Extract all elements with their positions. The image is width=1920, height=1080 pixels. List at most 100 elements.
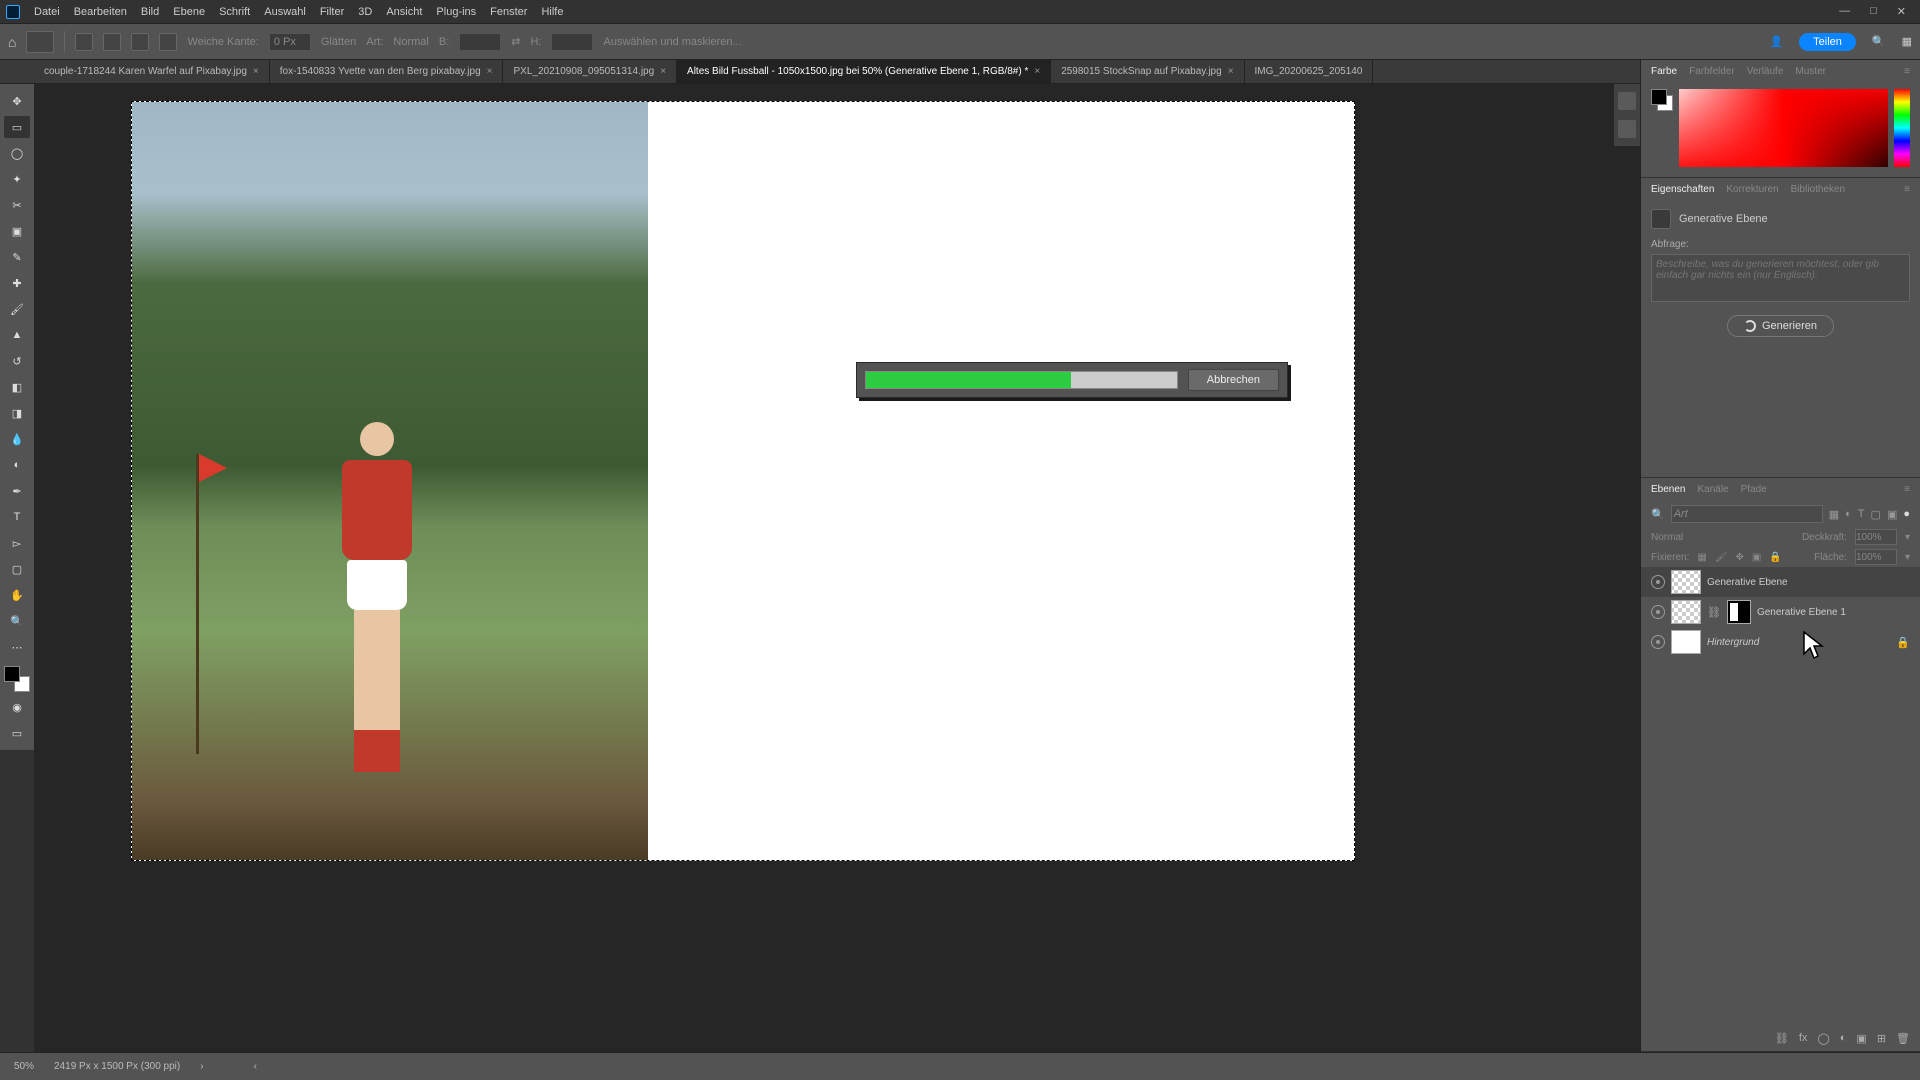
layer-name[interactable]: Generative Ebene bbox=[1707, 577, 1788, 588]
opacity-input[interactable] bbox=[1855, 529, 1897, 545]
document-canvas[interactable]: Abbrechen bbox=[132, 102, 1354, 860]
move-tool-icon[interactable]: ✥ bbox=[4, 90, 30, 112]
layer-thumb[interactable] bbox=[1671, 630, 1701, 654]
selection-subtract-icon[interactable] bbox=[131, 33, 149, 51]
chevron-left-icon[interactable]: ‹ bbox=[254, 1061, 257, 1072]
tab-libraries[interactable]: Bibliotheken bbox=[1791, 184, 1845, 195]
visibility-toggle-icon[interactable] bbox=[1651, 605, 1665, 619]
lock-position-icon[interactable]: ✥ bbox=[1736, 552, 1744, 563]
blend-mode-dropdown[interactable]: Normal bbox=[1651, 532, 1683, 543]
menu-layer[interactable]: Ebene bbox=[173, 6, 205, 18]
menu-window[interactable]: Fenster bbox=[490, 6, 527, 18]
selection-intersect-icon[interactable] bbox=[159, 33, 177, 51]
panel-menu-icon[interactable]: ≡ bbox=[1904, 484, 1910, 495]
style-value[interactable]: Normal bbox=[393, 36, 428, 48]
history-brush-tool-icon[interactable]: ↺ bbox=[4, 350, 30, 372]
zoom-level[interactable]: 50% bbox=[14, 1061, 34, 1072]
close-icon[interactable]: × bbox=[660, 66, 666, 77]
document-tab[interactable]: couple-1718244 Karen Warfel auf Pixabay.… bbox=[34, 60, 270, 83]
collapsed-panel-icon[interactable] bbox=[1618, 92, 1636, 110]
filter-type-icon[interactable]: T bbox=[1858, 508, 1865, 520]
tab-color[interactable]: Farbe bbox=[1651, 66, 1677, 77]
menu-3d[interactable]: 3D bbox=[358, 6, 372, 18]
pen-tool-icon[interactable]: ✒ bbox=[4, 480, 30, 502]
collapsed-panel-icon[interactable] bbox=[1618, 120, 1636, 138]
height-input[interactable] bbox=[551, 33, 593, 51]
fill-input[interactable] bbox=[1855, 549, 1897, 565]
hand-tool-icon[interactable]: ✋ bbox=[4, 584, 30, 606]
heal-tool-icon[interactable]: ✚ bbox=[4, 272, 30, 294]
lock-icon[interactable]: 🔒 bbox=[1896, 636, 1910, 649]
layer-row[interactable]: Generative Ebene bbox=[1641, 567, 1920, 597]
layer-mask-thumb[interactable] bbox=[1727, 600, 1751, 624]
search-icon[interactable]: 🔍 bbox=[1872, 35, 1886, 48]
link-icon[interactable]: ⛓ bbox=[1707, 606, 1721, 619]
close-icon[interactable]: × bbox=[487, 66, 493, 77]
panel-menu-icon[interactable]: ≡ bbox=[1904, 66, 1910, 77]
document-tab[interactable]: 2598015 StockSnap auf Pixabay.jpg× bbox=[1051, 60, 1244, 83]
layer-fx-icon[interactable]: fx bbox=[1799, 1032, 1808, 1045]
chevron-down-icon[interactable]: ▾ bbox=[1905, 552, 1910, 563]
tab-adjustments[interactable]: Korrekturen bbox=[1726, 184, 1778, 195]
generate-button[interactable]: Generieren bbox=[1727, 315, 1834, 337]
foreground-swatch[interactable] bbox=[4, 666, 20, 682]
canvas-workspace[interactable]: Abbrechen bbox=[34, 84, 1640, 1052]
chevron-down-icon[interactable]: ▾ bbox=[1905, 532, 1910, 543]
cancel-button[interactable]: Abbrechen bbox=[1188, 369, 1279, 391]
layer-search-input[interactable]: Art bbox=[1671, 505, 1823, 523]
color-spectrum[interactable] bbox=[1679, 89, 1888, 167]
menu-edit[interactable]: Bearbeiten bbox=[74, 6, 127, 18]
menu-select[interactable]: Auswahl bbox=[264, 6, 306, 18]
new-layer-icon[interactable]: ⊞ bbox=[1877, 1032, 1886, 1045]
new-group-icon[interactable]: ▣ bbox=[1856, 1032, 1866, 1045]
layer-name[interactable]: Hintergrund bbox=[1707, 637, 1759, 648]
add-mask-icon[interactable]: ◯ bbox=[1817, 1032, 1829, 1045]
wand-tool-icon[interactable]: ✦ bbox=[4, 168, 30, 190]
menu-plugins[interactable]: Plug-ins bbox=[436, 6, 476, 18]
eraser-tool-icon[interactable]: ◧ bbox=[4, 376, 30, 398]
document-tab[interactable]: IMG_20200625_205140 bbox=[1245, 60, 1374, 83]
quickmask-icon[interactable]: ◉ bbox=[4, 696, 30, 718]
lock-pixels-icon[interactable]: 🖌 bbox=[1715, 552, 1728, 563]
tab-gradients[interactable]: Verläufe bbox=[1747, 66, 1784, 77]
filter-smart-icon[interactable]: ▣ bbox=[1887, 508, 1897, 521]
brush-tool-icon[interactable]: 🖌 bbox=[4, 298, 30, 320]
width-input[interactable] bbox=[459, 33, 501, 51]
swatch-pair[interactable] bbox=[4, 666, 30, 692]
select-and-mask-button[interactable]: Auswählen und maskieren... bbox=[603, 36, 741, 48]
dodge-tool-icon[interactable]: ◐ bbox=[4, 454, 30, 476]
tab-layers[interactable]: Ebenen bbox=[1651, 484, 1685, 495]
document-tab[interactable]: PXL_20210908_095051314.jpg× bbox=[503, 60, 677, 83]
swap-wh-icon[interactable]: ⇄ bbox=[511, 35, 520, 48]
panel-menu-icon[interactable]: ≡ bbox=[1904, 184, 1910, 195]
workspace-switcher-icon[interactable]: ▦ bbox=[1902, 35, 1912, 48]
close-icon[interactable]: × bbox=[253, 66, 259, 77]
tool-preset-picker[interactable] bbox=[26, 31, 54, 53]
eyedropper-tool-icon[interactable]: ✎ bbox=[4, 246, 30, 268]
document-info[interactable]: 2419 Px x 1500 Px (300 ppi) bbox=[54, 1061, 180, 1072]
menu-view[interactable]: Ansicht bbox=[386, 6, 422, 18]
lock-transparency-icon[interactable]: ▦ bbox=[1697, 552, 1706, 563]
hue-slider[interactable] bbox=[1894, 89, 1910, 167]
document-tab[interactable]: fox-1540833 Yvette van den Berg pixabay.… bbox=[270, 60, 504, 83]
new-adjustment-icon[interactable]: ◐ bbox=[1840, 1032, 1847, 1045]
filter-shape-icon[interactable]: ▢ bbox=[1871, 508, 1881, 521]
document-tab[interactable]: Altes Bild Fussball - 1050x1500.jpg bei … bbox=[677, 60, 1051, 83]
tab-paths[interactable]: Pfade bbox=[1741, 484, 1767, 495]
delete-layer-icon[interactable]: 🗑 bbox=[1896, 1032, 1910, 1045]
tab-properties[interactable]: Eigenschaften bbox=[1651, 184, 1714, 195]
gradient-tool-icon[interactable]: ◨ bbox=[4, 402, 30, 424]
link-layers-icon[interactable]: ⛓ bbox=[1775, 1032, 1789, 1045]
cloud-docs-icon[interactable]: 👤 bbox=[1769, 35, 1783, 48]
stamp-tool-icon[interactable]: ▲ bbox=[4, 324, 30, 346]
lasso-tool-icon[interactable]: ◯ bbox=[4, 142, 30, 164]
window-minimize-icon[interactable]: — bbox=[1839, 5, 1850, 18]
crop-tool-icon[interactable]: ✂ bbox=[4, 194, 30, 216]
layer-row[interactable]: Hintergrund 🔒 bbox=[1641, 627, 1920, 657]
shape-tool-icon[interactable]: ▢ bbox=[4, 558, 30, 580]
frame-tool-icon[interactable]: ▣ bbox=[4, 220, 30, 242]
menu-image[interactable]: Bild bbox=[141, 6, 159, 18]
home-icon[interactable]: ⌂ bbox=[8, 34, 16, 50]
edit-toolbar-icon[interactable]: ⋯ bbox=[4, 636, 30, 658]
window-maximize-icon[interactable]: □ bbox=[1870, 5, 1877, 18]
